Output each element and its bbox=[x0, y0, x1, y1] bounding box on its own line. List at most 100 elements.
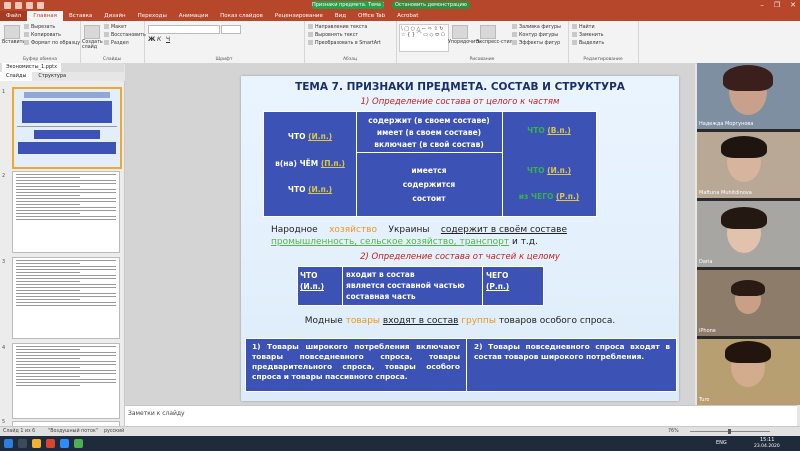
underline-icon[interactable]: Ч bbox=[166, 36, 170, 43]
slide-thumbnail[interactable] bbox=[12, 343, 120, 419]
copy-button[interactable]: Копировать bbox=[24, 32, 61, 38]
slides-group-label: Слайды bbox=[102, 57, 122, 62]
maximize-button[interactable]: ❐ bbox=[774, 1, 780, 9]
clock-time[interactable]: 15:11 bbox=[760, 437, 774, 443]
notes-pane[interactable]: Заметки к слайду bbox=[125, 405, 797, 427]
stop-share-button[interactable]: Остановить демонстрацию bbox=[392, 1, 470, 9]
brush-icon bbox=[24, 40, 29, 45]
slide-subtitle-1[interactable]: 1) Определение состава от целого к частя… bbox=[241, 97, 679, 107]
tab-view[interactable]: Вид bbox=[329, 11, 352, 21]
smartart-label: Преобразовать в SmartArt bbox=[315, 41, 381, 46]
composition-table-2[interactable]: ЧТО (И.п.) входит в состав является сост… bbox=[297, 266, 544, 306]
zoom-app-icon[interactable] bbox=[60, 439, 69, 448]
clipboard-group: Вставить Вырезать Копировать Формат по о… bbox=[0, 21, 81, 63]
participant-video[interactable]: Turo bbox=[697, 339, 800, 405]
tab-design[interactable]: Дизайн bbox=[98, 11, 131, 21]
font-size-select[interactable] bbox=[221, 25, 241, 34]
slide-title[interactable]: ТЕМА 7. ПРИЗНАКИ ПРЕДМЕТА. СОСТАВ И СТРУ… bbox=[241, 81, 679, 93]
cell-text: имеется bbox=[411, 166, 447, 175]
language-indicator[interactable]: русский bbox=[104, 429, 124, 434]
example-sentence-2[interactable]: Модные товары входят в состав группы тов… bbox=[241, 316, 679, 326]
slide-thumbnail[interactable] bbox=[12, 171, 120, 253]
save-icon[interactable] bbox=[4, 2, 11, 9]
tab-acrobat[interactable]: Acrobat bbox=[391, 11, 424, 21]
folder-icon[interactable] bbox=[32, 439, 41, 448]
new-slide-button[interactable]: Создать слайд bbox=[82, 40, 103, 50]
thumb-number: 1 bbox=[2, 89, 6, 95]
zoom-level[interactable]: 76% bbox=[668, 429, 679, 434]
outline-label: Контур фигуры bbox=[519, 33, 559, 38]
tab-outline-panel[interactable]: Структура bbox=[32, 72, 72, 81]
clock-date[interactable]: 23.04.2020 bbox=[754, 444, 780, 449]
browser-icon[interactable] bbox=[74, 439, 83, 448]
shape-outline-button[interactable]: Контур фигуры bbox=[512, 32, 558, 38]
fill-icon bbox=[512, 24, 517, 29]
smartart-button[interactable]: Преобразовать в SmartArt bbox=[308, 40, 381, 46]
example-sentence-1[interactable]: Народное хозяйство Украины содержит в св… bbox=[271, 224, 661, 248]
participant-video[interactable]: Maftuna Muhitdinova bbox=[697, 132, 800, 198]
bold-icon[interactable]: Ж bbox=[148, 36, 155, 43]
text-direction-button[interactable]: Направление текста bbox=[308, 24, 367, 30]
section-button[interactable]: Раздел bbox=[104, 40, 129, 46]
find-button[interactable]: Найти bbox=[572, 24, 595, 30]
reset-icon bbox=[104, 32, 109, 37]
tab-insert[interactable]: Вставка bbox=[63, 11, 98, 21]
powerpoint-icon[interactable] bbox=[46, 439, 55, 448]
examples-table[interactable]: 1) Товары широкого потребления включают … bbox=[245, 338, 677, 392]
slide-thumbnail[interactable] bbox=[12, 257, 120, 339]
tab-slides-panel[interactable]: Слайды bbox=[0, 72, 33, 81]
tab-home[interactable]: Главная bbox=[27, 11, 63, 21]
reset-button[interactable]: Восстановить bbox=[104, 32, 146, 38]
align-text-button[interactable]: Выровнять текст bbox=[308, 32, 358, 38]
table-cell: ЧЕГО (Р.п.) bbox=[486, 270, 542, 292]
redo-icon[interactable] bbox=[26, 2, 33, 9]
tab-slideshow[interactable]: Показ слайдов bbox=[214, 11, 269, 21]
quick-styles-icon[interactable] bbox=[480, 25, 496, 39]
case-label: (И.п.) bbox=[300, 282, 325, 291]
format-painter-button[interactable]: Формат по образцу bbox=[24, 40, 80, 46]
zoom-slider-handle[interactable] bbox=[728, 429, 731, 434]
start-slideshow-icon[interactable] bbox=[37, 2, 44, 9]
italic-icon[interactable]: К bbox=[157, 36, 161, 43]
search-icon[interactable] bbox=[18, 439, 27, 448]
keyboard-language[interactable]: ENG bbox=[716, 440, 727, 446]
composition-table-1[interactable]: ЧТО (И.п.) в(на) ЧЁМ (П.п.) ЧТО (И.п.) с… bbox=[263, 111, 597, 217]
tab-animations[interactable]: Анимации bbox=[173, 11, 214, 21]
shape-effects-button[interactable]: Эффекты фигур bbox=[512, 40, 560, 46]
slide[interactable]: ТЕМА 7. ПРИЗНАКИ ПРЕДМЕТА. СОСТАВ И СТРУ… bbox=[241, 76, 679, 401]
tab-office-tab[interactable]: Office Tab bbox=[352, 11, 391, 21]
paste-icon[interactable] bbox=[4, 25, 20, 39]
participant-video[interactable]: Надежда Моргунова bbox=[697, 63, 800, 129]
document-tab[interactable]: Экономисты_1.pptx bbox=[2, 63, 62, 72]
select-button[interactable]: Выделить bbox=[572, 40, 604, 46]
paste-button[interactable]: Вставить bbox=[2, 40, 25, 45]
replace-button[interactable]: Заменить bbox=[572, 32, 603, 38]
sentence-word: промышленность, сельское хозяйство, тран… bbox=[271, 237, 510, 247]
shapes-gallery[interactable]: \ □ ○ △ ⌐ ⇨ ⇧ ↻ ☆ { } ⌒ ▭ ◇ ⬭ ⬠ bbox=[399, 24, 449, 52]
new-slide-icon[interactable] bbox=[84, 25, 100, 39]
cut-button[interactable]: Вырезать bbox=[24, 24, 55, 30]
start-icon[interactable] bbox=[4, 439, 13, 448]
table-divider bbox=[342, 267, 343, 305]
replace-icon bbox=[572, 32, 577, 37]
layout-button[interactable]: Макет bbox=[104, 24, 127, 30]
slide-thumbnail[interactable] bbox=[12, 87, 122, 169]
tab-review[interactable]: Рецензирование bbox=[269, 11, 329, 21]
tab-transitions[interactable]: Переходы bbox=[132, 11, 173, 21]
sentence-word: хозяйство bbox=[329, 225, 377, 235]
tab-file[interactable]: Файл bbox=[0, 11, 28, 21]
participant-video[interactable]: Daria bbox=[697, 201, 800, 267]
font-name-select[interactable] bbox=[148, 25, 220, 34]
undo-icon[interactable] bbox=[15, 2, 22, 9]
quick-styles-button[interactable]: Экспресс-стили bbox=[476, 40, 516, 45]
minimize-button[interactable]: – bbox=[760, 1, 764, 9]
table-cell: ЧТО (И.п.) bbox=[264, 185, 356, 194]
window-controls: – ❐ ✕ bbox=[760, 1, 796, 9]
participant-video[interactable]: iPhone bbox=[697, 270, 800, 336]
window-title: Признаки предмета. Тема 7.pptx bbox=[312, 1, 384, 9]
close-button[interactable]: ✕ bbox=[790, 1, 796, 9]
arrange-icon[interactable] bbox=[452, 25, 468, 39]
slide-subtitle-2[interactable]: 2) Определение состава от частей к целом… bbox=[241, 252, 679, 262]
thumb-table bbox=[18, 142, 116, 154]
shape-fill-button[interactable]: Заливка фигуры bbox=[512, 24, 561, 30]
